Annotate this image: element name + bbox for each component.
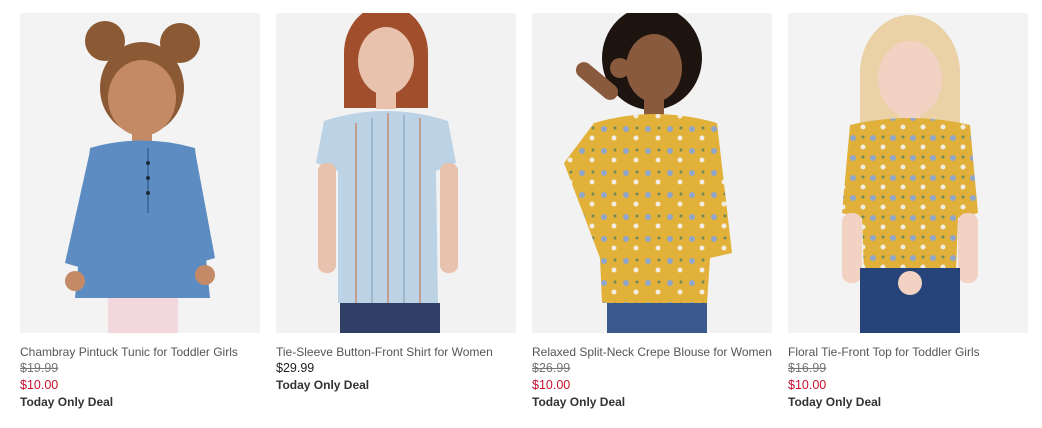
product-image[interactable]: [276, 13, 516, 333]
deal-badge: Today Only Deal: [532, 395, 626, 409]
product-image[interactable]: [20, 13, 260, 333]
deal-badge: Today Only Deal: [20, 395, 114, 409]
sale-price: $10.00: [788, 378, 827, 392]
product-grid: Chambray Pintuck Tunic for Toddler Girls…: [0, 0, 1042, 428]
product-card[interactable]: Chambray Pintuck Tunic for Toddler Girls…: [20, 13, 260, 411]
deal-badge: Today Only Deal: [276, 378, 370, 392]
deal-badge: Today Only Deal: [788, 395, 882, 409]
product-card[interactable]: Tie-Sleeve Button-Front Shirt for Women …: [276, 13, 516, 394]
sale-price: $10.00: [20, 378, 59, 392]
product-image[interactable]: [788, 13, 1028, 333]
product-card[interactable]: Relaxed Split-Neck Crepe Blouse for Wome…: [532, 13, 772, 411]
sale-price: $10.00: [532, 378, 571, 392]
product-name[interactable]: Tie-Sleeve Button-Front Shirt for Women: [276, 344, 516, 360]
product-name[interactable]: Floral Tie-Front Top for Toddler Girls: [788, 344, 1028, 360]
product-card[interactable]: Floral Tie-Front Top for Toddler Girls $…: [788, 13, 1028, 411]
original-price: $16.99: [788, 361, 827, 375]
original-price: $19.99: [20, 361, 59, 375]
original-price: $26.99: [532, 361, 571, 375]
product-name[interactable]: Chambray Pintuck Tunic for Toddler Girls: [20, 344, 260, 360]
product-name[interactable]: Relaxed Split-Neck Crepe Blouse for Wome…: [532, 344, 772, 360]
price: $29.99: [276, 361, 315, 375]
product-image[interactable]: [532, 13, 772, 333]
